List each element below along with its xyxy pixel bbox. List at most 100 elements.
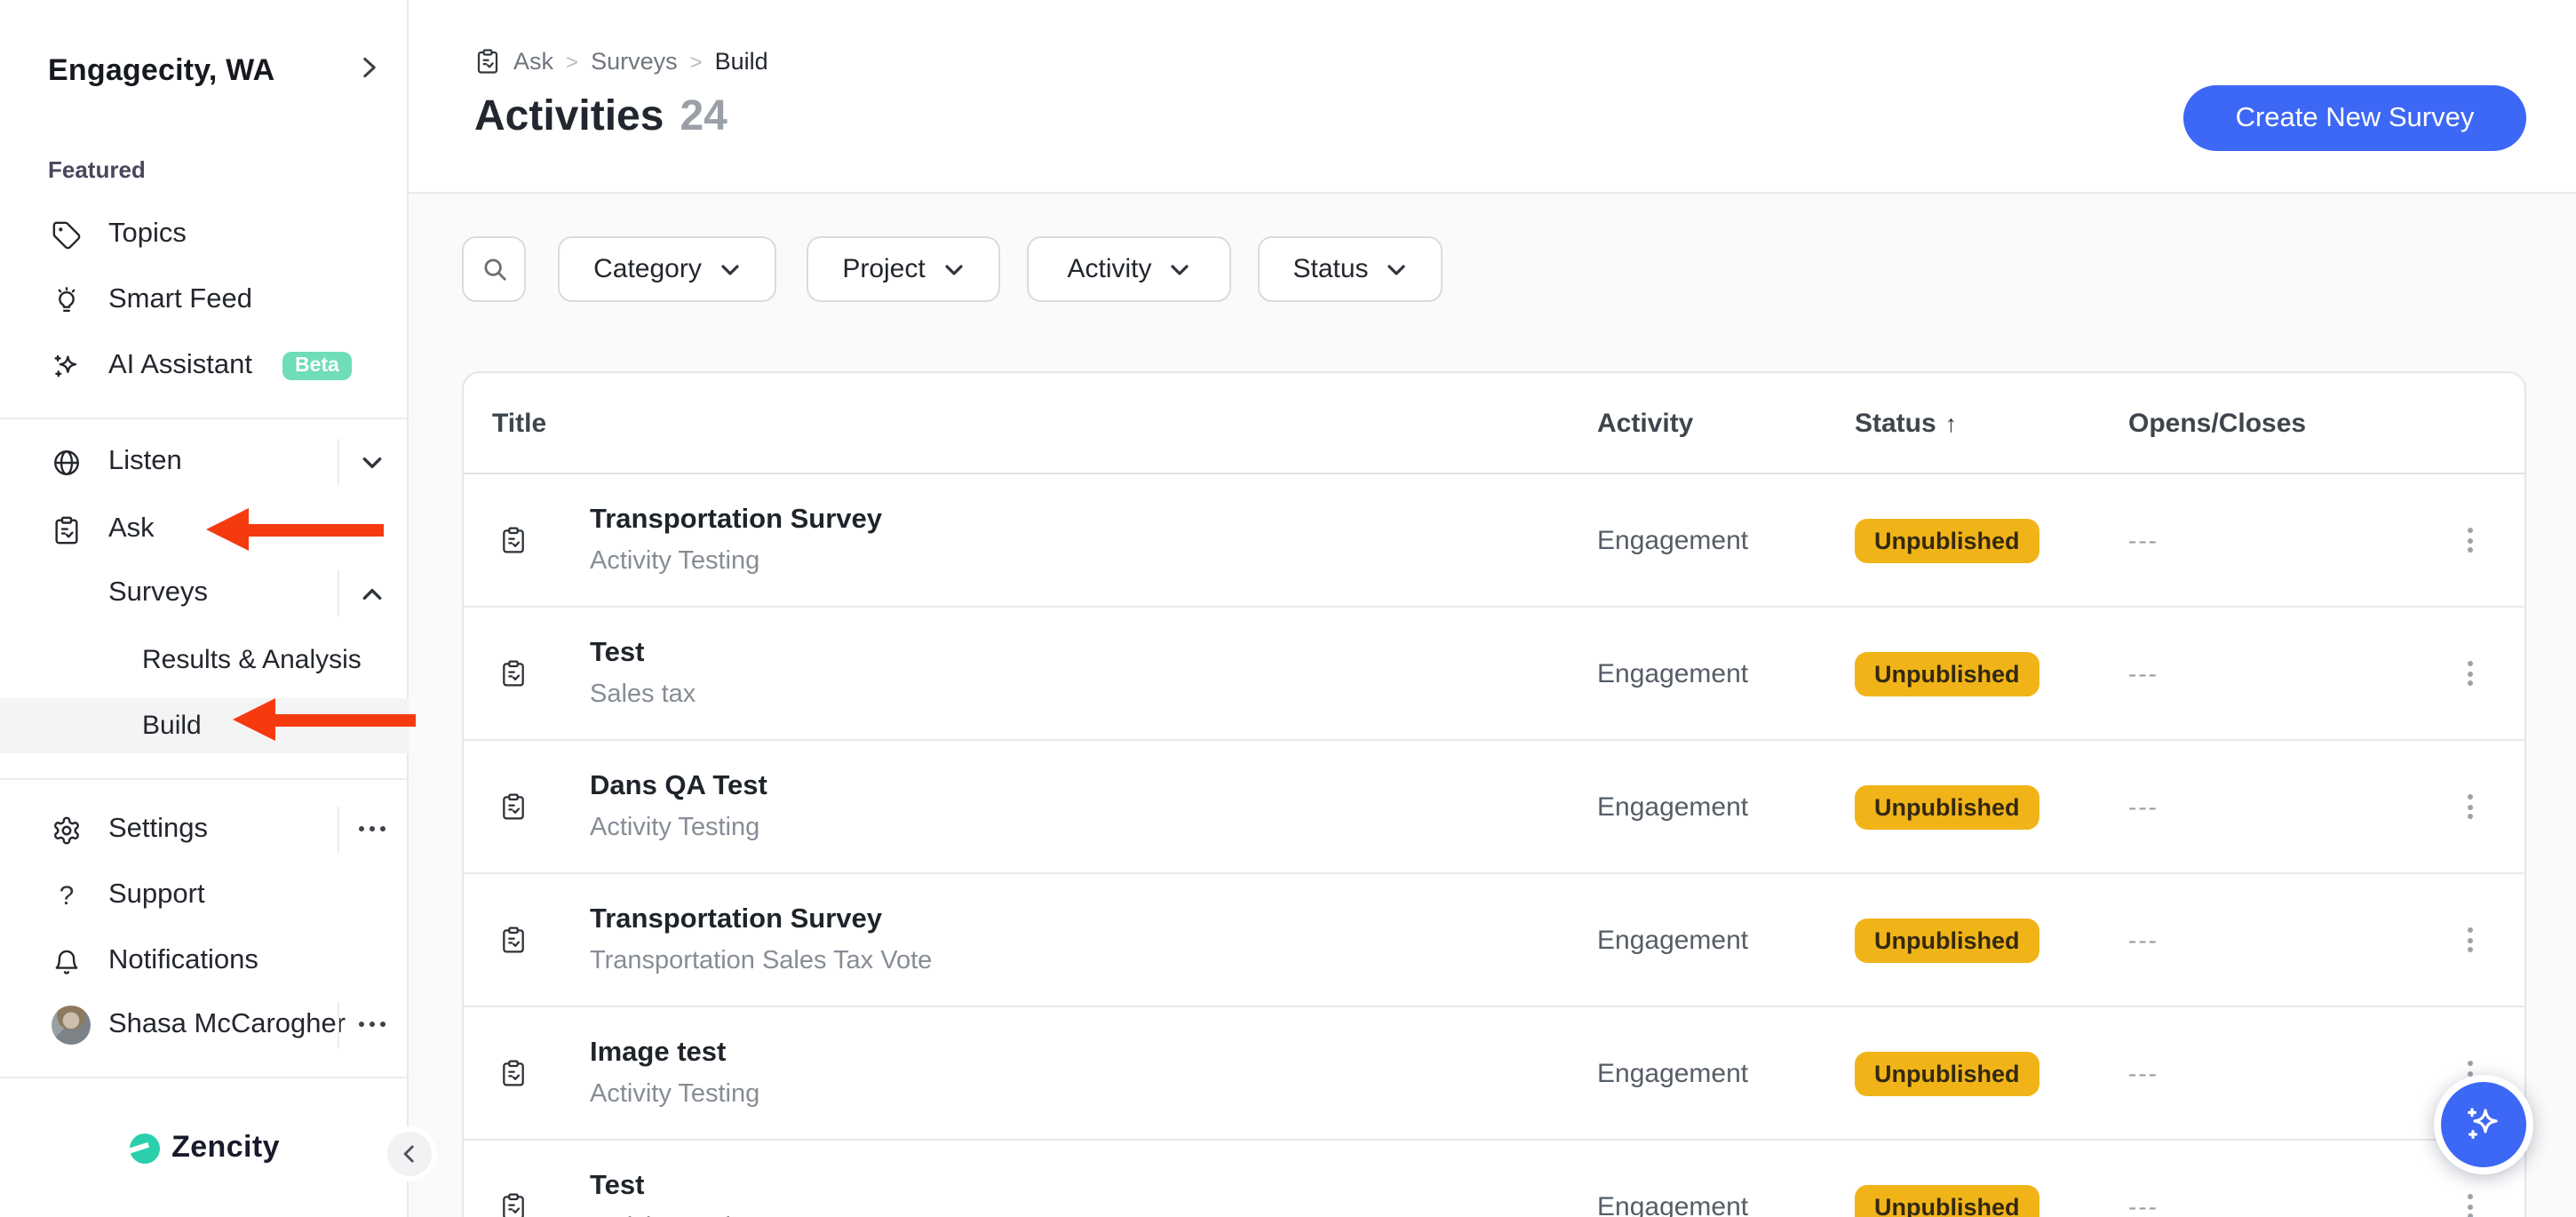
chevron-down-icon — [720, 259, 741, 280]
status-badge: Unpublished — [1855, 784, 2039, 829]
activity-value: Engagement — [1597, 1058, 1855, 1088]
sidebar-item-notifications[interactable]: Notifications — [0, 929, 409, 993]
survey-subtitle: Transportation Sales Tax Vote — [590, 947, 932, 975]
survey-subtitle: Activity Testing — [590, 547, 882, 576]
row-kebab-menu-icon[interactable] — [2453, 528, 2485, 553]
page-title-row: Activities 24 — [474, 92, 727, 142]
opens-closes-value: --- — [2128, 659, 2441, 688]
zencity-logo-text: Zencity — [171, 1130, 280, 1165]
breadcrumb-item-surveys[interactable]: Surveys — [591, 48, 678, 75]
survey-title[interactable]: Transportation Survey — [590, 904, 932, 937]
sort-ascending-icon[interactable]: ↑ — [1945, 410, 1958, 436]
sidebar-item-smart-feed[interactable]: Smart Feed — [0, 268, 409, 332]
breadcrumb-item-build: Build — [715, 48, 768, 75]
clipboard-icon — [499, 1192, 528, 1217]
sidebar-item-ai-assistant[interactable]: AI Assistant Beta — [0, 334, 409, 398]
main-area: Ask > Surveys > Build Activities 24 Crea… — [409, 0, 2576, 1217]
table-body: Transportation Survey Activity Testing E… — [464, 474, 2524, 1217]
sidebar-item-topics[interactable]: Topics — [0, 203, 409, 266]
sidebar-item-label: Smart Feed — [108, 284, 252, 316]
activity-value: Engagement — [1597, 791, 1855, 822]
activity-value: Engagement — [1597, 525, 1855, 555]
survey-title[interactable]: Image test — [590, 1038, 759, 1070]
survey-subtitle: Activity Testing — [590, 814, 767, 842]
survey-title[interactable]: Transportation Survey — [590, 505, 882, 537]
workspace-switcher[interactable]: Engagecity, WA — [48, 50, 382, 92]
filter-status-dropdown[interactable]: Status — [1258, 236, 1443, 302]
table-row[interactable]: Test Sales tax Engagement Unpublished --… — [464, 608, 2524, 741]
sidebar-item-build[interactable]: Build — [0, 698, 409, 753]
surveys-table: Title Activity Status ↑ Opens/Closes Tra… — [462, 371, 2526, 1217]
breadcrumb-separator: > — [690, 49, 703, 74]
row-kebab-menu-icon[interactable] — [2453, 927, 2485, 952]
sidebar-item-label: Support — [108, 879, 205, 911]
table-row[interactable]: Transportation Survey Transportation Sal… — [464, 874, 2524, 1007]
sidebar-item-results-analysis[interactable]: Results & Analysis — [0, 627, 409, 691]
table-row[interactable]: Dans QA Test Activity Testing Engagement… — [464, 741, 2524, 874]
status-badge: Unpublished — [1855, 651, 2039, 696]
breadcrumb: Ask > Surveys > Build — [474, 48, 768, 75]
chevron-down-icon — [1387, 259, 1408, 280]
row-kebab-menu-icon[interactable] — [2453, 794, 2485, 819]
table-row[interactable]: Image test Activity Testing Engagement U… — [464, 1007, 2524, 1141]
sidebar-vertical-divider — [338, 807, 339, 853]
table-header-row: Title Activity Status ↑ Opens/Closes — [464, 373, 2524, 474]
question-icon: ? — [52, 880, 82, 911]
sidebar-item-settings[interactable]: Settings — [0, 798, 409, 862]
activity-value: Engagement — [1597, 925, 1855, 955]
sidebar-collapse-button[interactable] — [387, 1132, 432, 1176]
column-header-opens-closes[interactable]: Opens/Closes — [2128, 408, 2441, 438]
workspace-name: Engagecity, WA — [48, 53, 274, 89]
chevron-down-icon — [943, 259, 965, 280]
bell-icon — [52, 946, 82, 976]
sparkles-icon — [2462, 1103, 2505, 1146]
row-title-cell: Image test Activity Testing — [464, 1038, 1597, 1108]
settings-overflow-menu-icon[interactable] — [359, 826, 391, 831]
clipboard-icon — [499, 659, 528, 688]
survey-title[interactable]: Test — [590, 1171, 759, 1204]
sidebar-vertical-divider — [338, 439, 339, 485]
row-kebab-menu-icon[interactable] — [2453, 1194, 2485, 1217]
filter-label: Category — [593, 254, 702, 284]
sidebar-vertical-divider — [338, 1002, 339, 1048]
opens-closes-value: --- — [2128, 926, 2441, 954]
column-header-status[interactable]: Status ↑ — [1855, 408, 2128, 438]
ai-assistant-fab[interactable] — [2434, 1075, 2533, 1174]
table-row[interactable]: Test Activity Testing Engagement Unpubli… — [464, 1141, 2524, 1217]
account-name[interactable]: Shasa McCarogher — [108, 993, 346, 1057]
column-header-activity[interactable]: Activity — [1597, 408, 1855, 438]
survey-title[interactable]: Dans QA Test — [590, 771, 767, 804]
sidebar-divider — [0, 418, 409, 419]
sidebar-item-surveys[interactable]: Surveys — [0, 561, 409, 625]
clipboard-icon — [499, 1059, 528, 1087]
chevron-down-icon — [1170, 259, 1191, 280]
user-avatar[interactable] — [52, 1006, 91, 1045]
column-header-title[interactable]: Title — [464, 408, 1597, 438]
chevron-right-icon[interactable] — [357, 54, 382, 88]
search-button[interactable] — [462, 236, 526, 302]
clipboard-icon — [499, 792, 528, 821]
row-title-cell: Test Sales tax — [464, 638, 1597, 708]
app-window: Engagecity, WA Featured Topics Smart Fee… — [0, 0, 2576, 1217]
filter-project-dropdown[interactable]: Project — [807, 236, 1000, 302]
account-overflow-menu-icon[interactable] — [359, 1022, 391, 1027]
breadcrumb-separator: > — [566, 49, 578, 74]
filter-activity-dropdown[interactable]: Activity — [1027, 236, 1231, 302]
filter-category-dropdown[interactable]: Category — [558, 236, 776, 302]
sidebar-item-support[interactable]: ? Support — [0, 863, 409, 927]
row-kebab-menu-icon[interactable] — [2453, 661, 2485, 686]
survey-title[interactable]: Test — [590, 638, 696, 671]
sidebar-item-label: Ask — [108, 513, 155, 545]
table-row[interactable]: Transportation Survey Activity Testing E… — [464, 474, 2524, 608]
create-new-survey-button[interactable]: Create New Survey — [2183, 85, 2526, 151]
sidebar-item-label: Topics — [108, 219, 187, 251]
sparkles-icon — [52, 351, 82, 381]
sidebar-item-listen[interactable]: Listen — [0, 430, 409, 494]
chevron-down-icon[interactable] — [359, 449, 384, 474]
zencity-logo: Zencity — [0, 1126, 409, 1169]
row-title-cell: Dans QA Test Activity Testing — [464, 771, 1597, 841]
chevron-up-icon[interactable] — [359, 581, 384, 606]
clipboard-icon — [52, 514, 82, 545]
breadcrumb-item-ask[interactable]: Ask — [513, 48, 553, 75]
page-header: Ask > Surveys > Build Activities 24 Crea… — [409, 0, 2576, 194]
